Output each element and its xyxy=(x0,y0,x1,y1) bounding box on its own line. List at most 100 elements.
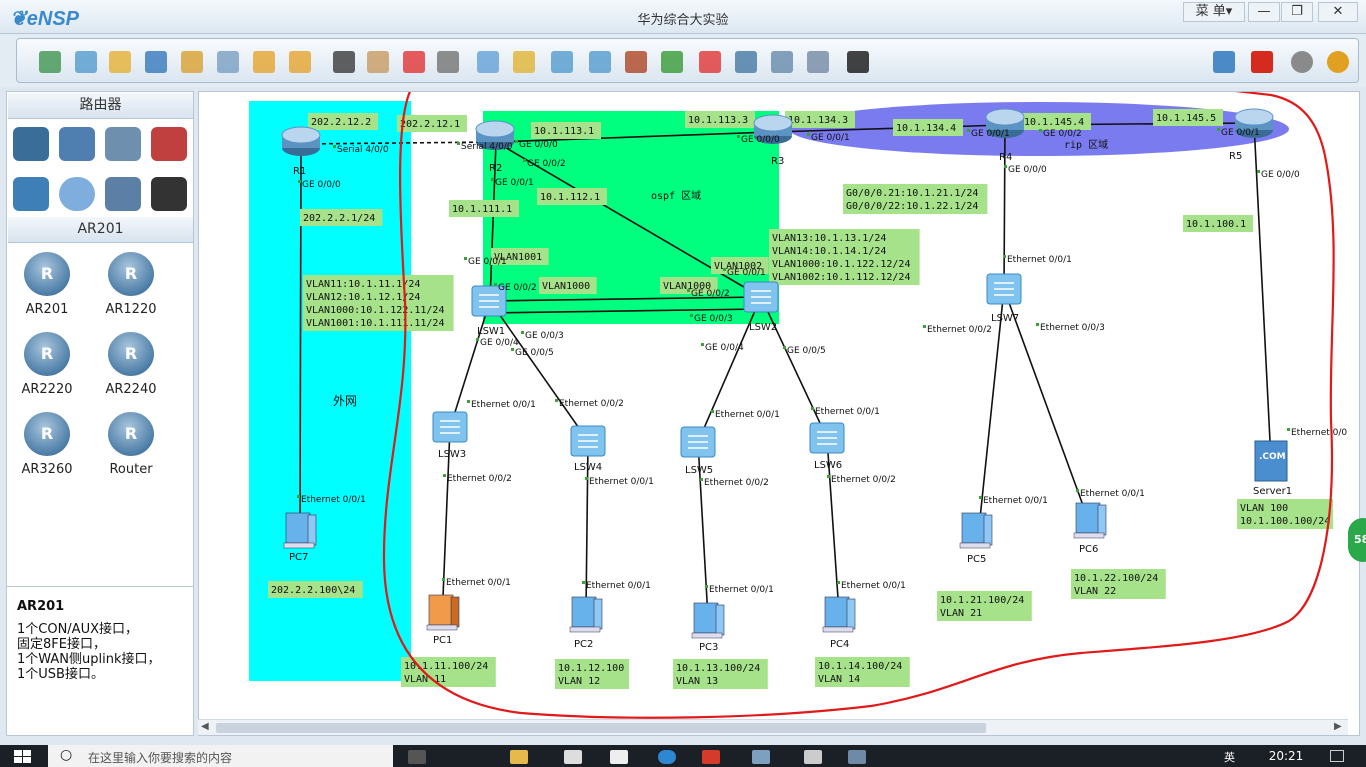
side-badge[interactable]: 58 xyxy=(1348,518,1366,562)
link-r1-pc7[interactable] xyxy=(299,143,302,522)
huawei-icon[interactable] xyxy=(1251,51,1273,73)
stop-icon[interactable] xyxy=(699,51,721,73)
app-photos-icon[interactable] xyxy=(804,750,822,764)
horizontal-scrollbar[interactable]: ◀ ▶ xyxy=(198,719,1348,735)
zone-external-label: 外网 xyxy=(333,394,357,408)
restore-button[interactable]: ❐ xyxy=(1281,2,1313,22)
new-topology-icon[interactable] xyxy=(39,51,61,73)
fit-icon[interactable] xyxy=(625,51,647,73)
delete-icon[interactable] xyxy=(403,51,425,73)
drag-icon[interactable] xyxy=(367,51,389,73)
port-dot xyxy=(1076,489,1079,492)
port-dot xyxy=(807,133,810,136)
notification-icon[interactable] xyxy=(1330,750,1344,762)
port-label-lsw1-ge003: GE 0/0/3 xyxy=(525,331,564,341)
print-icon[interactable] xyxy=(217,51,239,73)
browser-icon[interactable] xyxy=(658,750,676,764)
ime-indicator[interactable]: 英 xyxy=(1224,749,1235,765)
label-lsw2-vlanif-block: VLAN13:10.1.13.1/24 VLAN14:10.1.14.1/24 VL… xyxy=(769,229,920,285)
text-icon[interactable] xyxy=(477,51,499,73)
start-icon[interactable] xyxy=(661,51,683,73)
node-pc3[interactable]: PC3 xyxy=(691,602,725,653)
node-server1[interactable]: .COM Server1 xyxy=(1253,440,1292,497)
port-dot xyxy=(298,180,301,183)
node-lsw2[interactable]: LSW2 xyxy=(743,281,779,333)
app-ensp-task-icon[interactable] xyxy=(752,750,770,764)
close-button[interactable]: ✕ xyxy=(1318,2,1358,22)
wireless-cat-icon[interactable] xyxy=(105,127,141,161)
settings-icon[interactable] xyxy=(1291,51,1313,73)
taskbar-search[interactable]: ○ 在这里输入你要搜索的内容 xyxy=(48,745,393,767)
node-lsw5[interactable]: LSW5 xyxy=(680,426,716,476)
link-r4-lsw7[interactable] xyxy=(1003,124,1006,290)
pc-icon-keyboard xyxy=(691,632,723,639)
zoom-in-icon[interactable] xyxy=(551,51,573,73)
cloud-cat-icon[interactable] xyxy=(59,177,95,211)
device-router[interactable]: R Router xyxy=(91,412,171,477)
windows-start-icon[interactable] xyxy=(14,750,32,764)
grid-icon[interactable] xyxy=(807,51,829,73)
mail-icon[interactable] xyxy=(610,750,628,764)
node-label: LSW3 xyxy=(438,449,466,460)
new-example-icon[interactable] xyxy=(75,51,97,73)
scroll-left-icon[interactable]: ◀ xyxy=(201,721,209,732)
device-ar1220[interactable]: R AR1220 xyxy=(91,252,171,317)
node-pc2[interactable]: PC2 xyxy=(569,596,603,650)
label-pc2-block-line: VLAN 12 xyxy=(558,676,600,687)
device-ar2220[interactable]: R AR2220 xyxy=(7,332,87,397)
port-label-lsw5-e1: Ethernet 0/0/1 xyxy=(715,410,780,420)
device-ar3260[interactable]: R AR3260 xyxy=(7,412,87,477)
device-ar2240[interactable]: R AR2240 xyxy=(91,332,171,397)
delete-link-icon[interactable] xyxy=(437,51,459,73)
tray-icons[interactable] xyxy=(1070,751,1220,761)
router-cat-icon[interactable] xyxy=(13,127,49,161)
scroll-thumb[interactable] xyxy=(216,723,986,733)
scroll-right-icon[interactable]: ▶ xyxy=(1334,721,1342,732)
label-pc6-block: 10.1.22.100/24 VLAN 22 xyxy=(1071,569,1166,599)
file-explorer-icon[interactable] xyxy=(510,750,528,764)
node-label: R5 xyxy=(1229,151,1242,162)
node-lsw4[interactable]: LSW4 xyxy=(570,425,606,473)
cli-icon[interactable] xyxy=(847,51,869,73)
device-ar201[interactable]: R AR201 xyxy=(7,252,87,317)
store-icon[interactable] xyxy=(564,750,582,764)
label-lsw1-vlan1000: VLAN1000 xyxy=(539,277,597,294)
firewall-cat-icon[interactable] xyxy=(151,127,187,161)
topology-canvas[interactable]: 外网 ospf 区域 rip 区域 202.2.12.2 202.2.12.1 20… xyxy=(198,91,1360,736)
help-icon[interactable] xyxy=(1327,51,1349,73)
cable-cat-icon[interactable] xyxy=(151,177,187,211)
app-red-icon[interactable] xyxy=(702,750,720,764)
node-pc5[interactable]: PC5 xyxy=(959,512,993,565)
redo-icon[interactable] xyxy=(289,51,311,73)
chat-icon[interactable] xyxy=(1213,51,1235,73)
app-active-icon[interactable] xyxy=(848,750,866,764)
task-view-icon[interactable] xyxy=(408,750,426,764)
pc-cat-icon[interactable] xyxy=(13,177,49,211)
label-pc4-block-line: 10.1.14.100/24 xyxy=(818,661,902,672)
other-cat-icon[interactable] xyxy=(105,177,141,211)
node-pc4[interactable]: PC4 xyxy=(822,596,856,650)
menu-button[interactable]: 菜 单▾ xyxy=(1183,2,1245,22)
zoom-out-icon[interactable] xyxy=(589,51,611,73)
node-pc1[interactable]: PC1 xyxy=(426,594,460,646)
label-r5-r4-ip-line: 10.1.145.5 xyxy=(1156,113,1216,124)
save-as-icon[interactable] xyxy=(181,51,203,73)
router-glyph: R xyxy=(40,424,54,443)
select-icon[interactable] xyxy=(333,51,355,73)
node-lsw7[interactable]: LSW7 xyxy=(986,273,1022,324)
minimize-button[interactable]: — xyxy=(1248,2,1280,22)
capture-icon[interactable] xyxy=(735,51,757,73)
node-lsw6[interactable]: LSW6 xyxy=(809,422,845,471)
description-line-1: 1个CON/AUX接口， xyxy=(17,622,138,637)
open-icon[interactable] xyxy=(109,51,131,73)
palette-icon[interactable] xyxy=(513,51,535,73)
switch-cat-icon[interactable] xyxy=(59,127,95,161)
topology-icon[interactable] xyxy=(771,51,793,73)
label-r2-lsw1-ip-line: 10.1.111.1 xyxy=(452,204,512,215)
undo-icon[interactable] xyxy=(253,51,275,73)
node-pc6[interactable]: PC6 xyxy=(1073,502,1107,555)
node-lsw3[interactable]: LSW3 xyxy=(432,411,468,460)
port-dot xyxy=(464,257,467,260)
node-lsw1[interactable]: LSW1 xyxy=(471,285,507,337)
save-icon[interactable] xyxy=(145,51,167,73)
